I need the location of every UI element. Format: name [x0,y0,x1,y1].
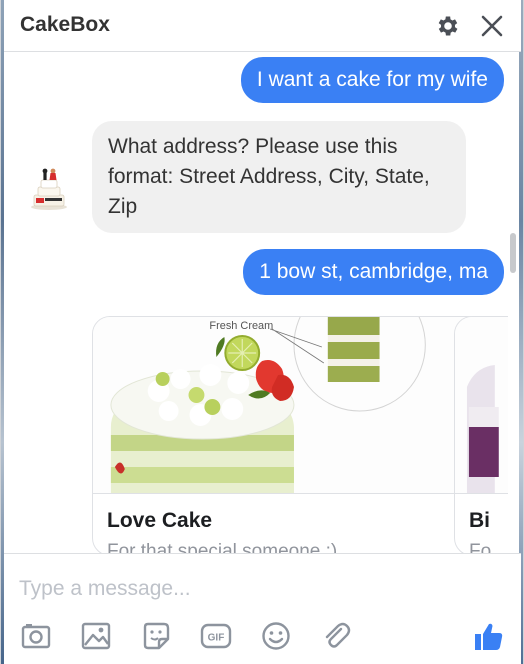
sticker-icon [143,622,170,650]
chat-header: CakeBox [4,0,521,52]
gif-button[interactable]: GIF [198,618,234,654]
thumbs-up-icon [475,623,503,650]
close-button[interactable] [476,10,508,42]
camera-button[interactable] [18,618,54,654]
scrollbar-thumb[interactable] [510,233,516,273]
chat-title: CakeBox [20,13,110,36]
attachment-icon [325,622,351,648]
emoji-button[interactable] [258,618,294,654]
image-label: Fresh Cream [209,320,273,332]
gif-icon: GIF [200,623,232,649]
message-input[interactable] [19,574,499,604]
card-subtitle: Fo [469,541,492,553]
photo-button[interactable] [78,618,114,654]
camera-icon [21,624,51,649]
cake-image[interactable] [455,317,508,493]
emoji-icon [262,622,290,650]
sticker-button[interactable] [138,618,174,654]
cake-image[interactable]: Fresh Cream [93,317,486,493]
chat-window: CakeBox I want a cake for my wife What a… [0,0,524,664]
bot-avatar [26,165,72,211]
gear-icon [438,16,458,36]
divider [455,493,508,494]
attach-button[interactable] [318,618,354,654]
svg-text:GIF: GIF [208,633,225,644]
outgoing-message: 1 bow st, cambridge, ma [243,249,504,295]
outgoing-message: I want a cake for my wife [240,57,504,103]
image-icon [81,622,111,650]
product-card[interactable]: Bi Fo [454,316,508,553]
composer: GIF [4,553,521,664]
card-title: Bi [469,509,490,532]
card-subtitle: For that special someone :) [107,541,338,553]
card-title: Love Cake [107,509,213,532]
like-button[interactable] [470,618,506,654]
scrollbar[interactable] [510,53,518,553]
product-card[interactable]: Fresh Cream Love Cake For that special s… [92,316,487,553]
message-list[interactable]: I want a cake for my wife What address? … [4,53,508,553]
incoming-message: What address? Please use this format: St… [92,121,466,233]
cake-topper-icon [31,168,67,210]
settings-button[interactable] [432,10,464,42]
divider [93,493,486,494]
close-icon [481,15,503,37]
